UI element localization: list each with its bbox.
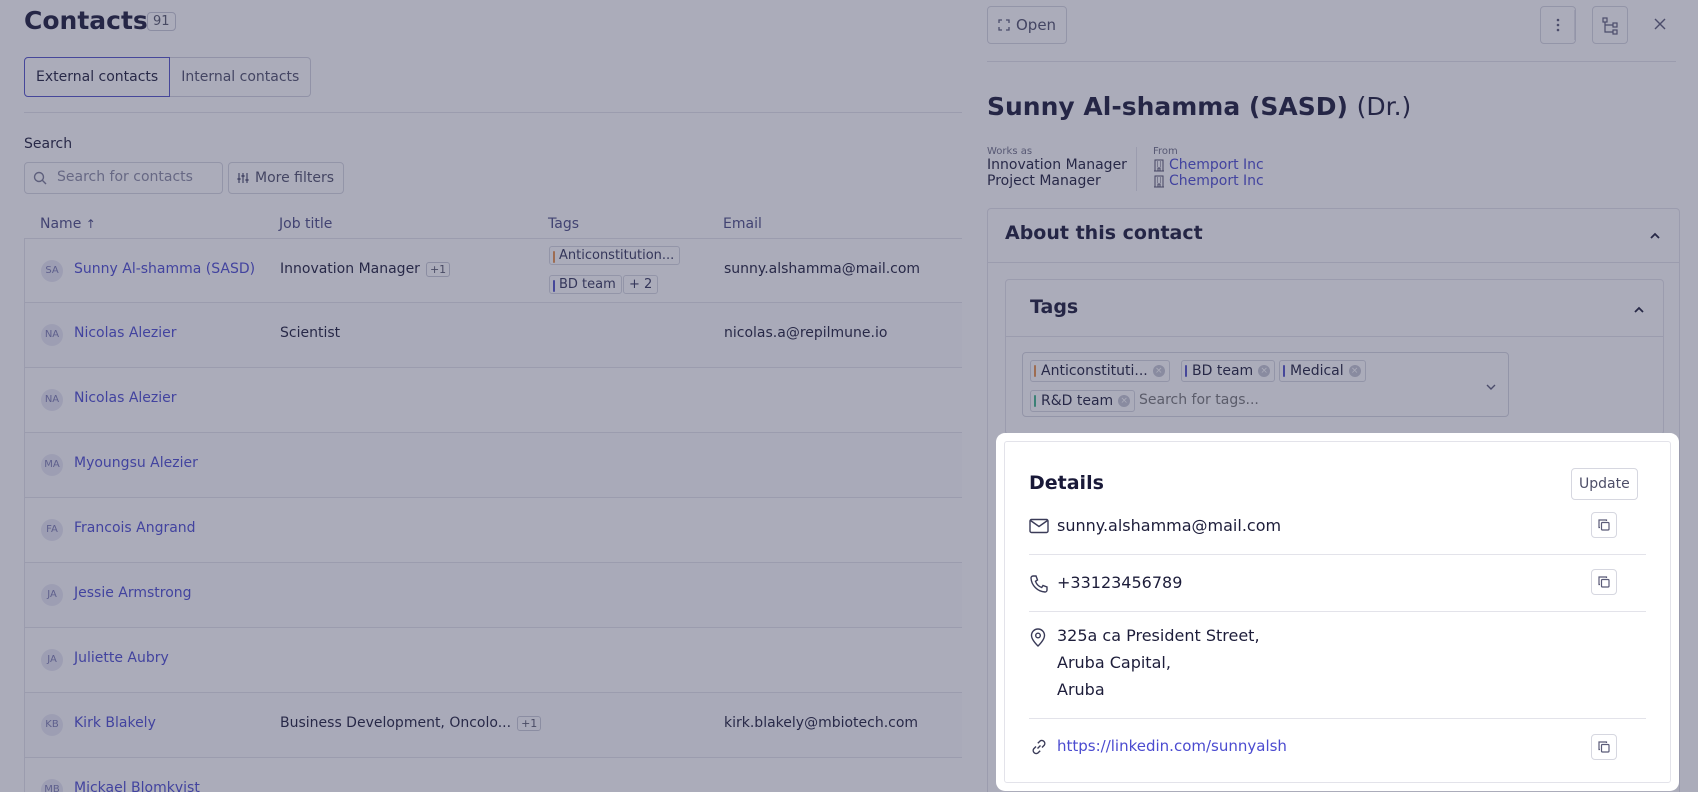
contact-name-heading: Sunny Al-shamma (SASD) (Dr.)	[987, 92, 1411, 121]
details-title: Details	[1029, 472, 1104, 494]
hierarchy-icon	[1602, 17, 1618, 35]
tag-search-input[interactable]	[1137, 391, 1341, 409]
about-contact-title: About this contact	[1005, 222, 1203, 244]
details-section: Details Update sunny.alshamma@mail.com +…	[1004, 441, 1671, 783]
copy-phone-button[interactable]	[1591, 569, 1617, 595]
tag-label: BD team	[1192, 363, 1254, 379]
building-icon	[1154, 175, 1164, 187]
role-item: Project Manager	[987, 173, 1101, 189]
from-label: From	[1153, 146, 1178, 157]
tag-chip: Medical ×	[1279, 360, 1366, 382]
tag-label: Anticonstituti...	[1041, 363, 1148, 379]
contact-phone-value: +33123456789	[1057, 573, 1183, 592]
tag-color-bar	[1034, 395, 1036, 407]
mail-icon	[1029, 518, 1049, 538]
remove-tag-icon[interactable]: ×	[1348, 365, 1361, 377]
update-button[interactable]: Update	[1571, 468, 1638, 500]
collapse-tags-button[interactable]	[1633, 301, 1645, 320]
tag-label: R&D team	[1041, 393, 1114, 409]
expand-icon	[998, 19, 1010, 31]
tag-color-bar	[1283, 365, 1285, 377]
link-icon	[1029, 737, 1049, 761]
from-block: From Chemport Inc Chemport Inc	[1153, 146, 1264, 189]
address-line: Aruba	[1057, 680, 1105, 699]
more-actions-button[interactable]	[1540, 6, 1576, 44]
linkedin-link[interactable]: https://linkedin.com/sunnyalsh	[1057, 733, 1287, 760]
remove-tag-icon[interactable]: ×	[1152, 365, 1165, 377]
company-link[interactable]: Chemport Inc	[1153, 157, 1264, 173]
chevron-up-icon	[1650, 232, 1660, 239]
hierarchy-button[interactable]	[1592, 6, 1628, 44]
tags-select[interactable]: Anticonstituti... × BD team × Medical × R&D…	[1022, 352, 1509, 417]
divider	[987, 61, 1676, 62]
chevron-up-icon	[1634, 306, 1644, 313]
chevron-down-icon	[1486, 384, 1496, 390]
copy-icon	[1598, 576, 1610, 588]
tags-dropdown-toggle[interactable]	[1485, 378, 1497, 397]
role-item: Innovation Manager	[987, 157, 1127, 173]
company-name: Chemport Inc	[1169, 173, 1264, 189]
contact-address: 325a ca President Street, Aruba Capital,…	[1057, 622, 1260, 703]
tag-chip: R&D team ×	[1030, 390, 1136, 412]
contact-name-text: Sunny Al-shamma (SASD)	[987, 92, 1348, 121]
tags-section: Tags Anticonstituti... × BD team × Medical…	[1005, 279, 1664, 435]
contact-honorific: (Dr.)	[1356, 92, 1412, 121]
copy-email-button[interactable]	[1591, 512, 1617, 538]
tag-chip: BD team ×	[1181, 360, 1276, 382]
phone-icon	[1029, 574, 1049, 598]
copy-icon	[1598, 741, 1610, 753]
remove-tag-icon[interactable]: ×	[1118, 395, 1131, 407]
divider	[1029, 611, 1646, 612]
company-link[interactable]: Chemport Inc	[1153, 173, 1264, 189]
tag-color-bar	[1034, 365, 1036, 377]
tag-chip: Anticonstituti... ×	[1030, 360, 1170, 382]
remove-tag-icon[interactable]: ×	[1258, 365, 1271, 377]
address-line: Aruba Capital,	[1057, 653, 1171, 672]
close-icon	[1654, 18, 1666, 30]
toolbar-divider	[1574, 10, 1575, 40]
open-button[interactable]: Open	[987, 6, 1068, 44]
open-button-label: Open	[1016, 16, 1057, 34]
divider	[1006, 336, 1663, 337]
copy-icon	[1598, 519, 1610, 531]
divider	[1029, 718, 1646, 719]
divider	[988, 262, 1679, 263]
meta-divider	[1136, 147, 1137, 191]
tag-color-bar	[1185, 365, 1187, 377]
tags-title: Tags	[1030, 296, 1079, 318]
company-name: Chemport Inc	[1169, 157, 1264, 173]
copy-linkedin-button[interactable]	[1591, 734, 1617, 760]
divider	[1029, 554, 1646, 555]
close-button[interactable]	[1650, 14, 1670, 34]
vertical-dots-icon	[1556, 18, 1560, 32]
building-icon	[1154, 159, 1164, 171]
contact-email-value: sunny.alshamma@mail.com	[1057, 516, 1282, 535]
map-pin-icon	[1029, 627, 1047, 651]
works-as-block: Works as Innovation Manager Project Mana…	[987, 146, 1127, 189]
works-as-label: Works as	[987, 146, 1033, 157]
collapse-about-button[interactable]	[1649, 227, 1661, 246]
address-line: 325a ca President Street,	[1057, 626, 1260, 645]
tag-label: Medical	[1290, 363, 1344, 379]
